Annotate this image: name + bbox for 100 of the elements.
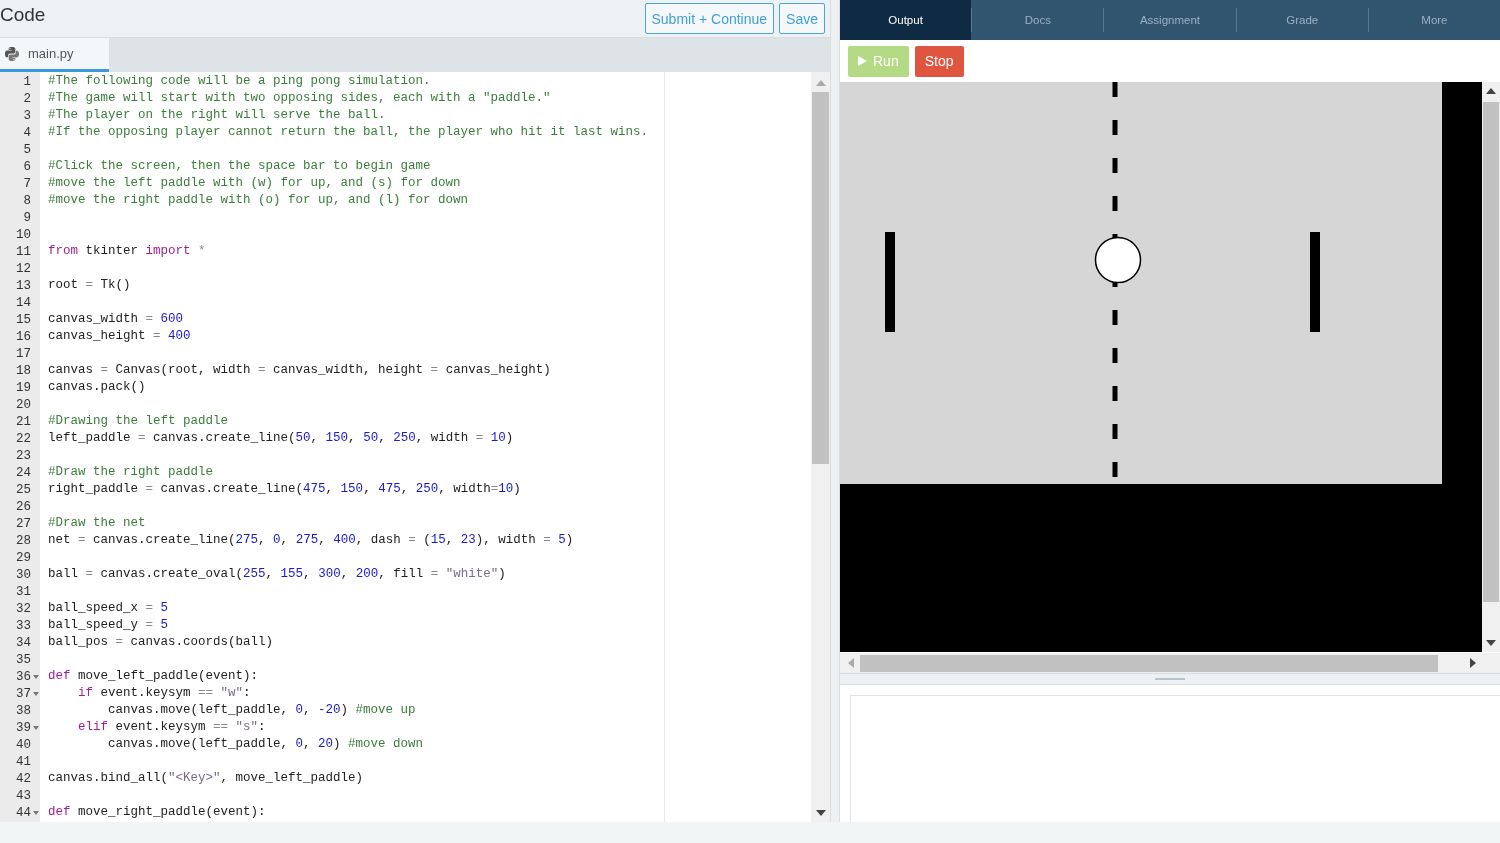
code-line: #If the opposing player cannot return the ball, the player who hit it last wins. (48, 125, 649, 139)
line-number: 13 (16, 278, 31, 293)
code-line: #Click the screen, then the space bar to begin game (48, 159, 431, 173)
code-line: #Draw the right paddle (48, 465, 214, 479)
code-line: #The game will start with two opposing sides, each with a "paddle." (48, 91, 551, 105)
scrollbar[interactable] (811, 72, 830, 822)
resize-handle[interactable] (840, 673, 1500, 685)
fold-caret-icon[interactable] (32, 674, 39, 679)
code-line: #Drawing the left paddle (48, 414, 229, 428)
line-number: 18 (16, 363, 31, 378)
output-tab[interactable]: More (1367, 8, 1500, 32)
line-number: 1 (23, 74, 31, 89)
play-icon (858, 56, 867, 66)
scroll-down-icon[interactable] (1486, 640, 1496, 646)
line-number: 44 (16, 805, 31, 820)
code-line: #The player on the right will serve the ball. (48, 108, 386, 122)
file-tab[interactable]: main.py (0, 38, 109, 72)
line-number: 7 (23, 176, 31, 191)
code-line: canvas.move(left_paddle, 0, 20) #move down (107, 737, 424, 751)
fold-caret-icon[interactable] (32, 725, 39, 730)
code-line: canvas = Canvas(root, width = canvas_width, height = canvas_height) (48, 363, 551, 377)
line-number: 14 (16, 295, 31, 310)
code-line: canvas.move(left_paddle, 0, -20) #move up (107, 703, 416, 717)
line-number: 23 (16, 448, 31, 463)
line-number: 21 (16, 414, 31, 429)
fold-caret-icon[interactable] (32, 810, 39, 815)
line-number: 35 (16, 652, 31, 667)
line-number: 5 (23, 142, 31, 157)
code-line: def move_left_paddle(event): (48, 669, 259, 683)
line-number: 22 (16, 431, 31, 446)
line-number: 2 (23, 91, 31, 106)
line-number: 3 (23, 108, 31, 123)
line-number: 43 (16, 788, 31, 803)
code-line: ball = canvas.create_oval(255, 155, 300, 200, fill = "white") (48, 567, 506, 581)
scrollbar-thumb[interactable] (860, 654, 1438, 672)
code-line: ball_speed_x = 5 (48, 601, 169, 615)
line-number: 24 (16, 465, 31, 480)
line-number: 39 (16, 720, 31, 735)
code-line: if event.keysym == "w": (77, 686, 251, 700)
code-line: ball_speed_y = 5 (48, 618, 169, 632)
output-tab[interactable]: Grade (1235, 8, 1368, 32)
code-line: canvas.bind_all("<Key>", move_left_paddle) (48, 771, 364, 785)
panel-title: Code (0, 3, 46, 26)
output-tab[interactable]: Output (840, 0, 972, 40)
code-line: from tkinter import * (48, 244, 206, 258)
line-number: 16 (16, 329, 31, 344)
line-number: 17 (16, 346, 31, 361)
stop-button[interactable]: Stop (914, 45, 964, 77)
save-button[interactable]: Save (779, 3, 825, 34)
code-line: def move_right_paddle(event): (48, 805, 266, 819)
line-number: 26 (16, 499, 31, 514)
line-number: 33 (16, 618, 31, 633)
scrollbar-thumb[interactable] (812, 92, 829, 464)
code-line: #Draw the net (48, 516, 146, 530)
output-tab[interactable]: Docs (971, 8, 1104, 32)
line-number: 30 (16, 567, 31, 582)
line-number: 31 (16, 584, 31, 599)
scrollbar[interactable] (1482, 82, 1500, 652)
code-line: right_paddle = canvas.create_line(475, 150, 475, 250, width=10) (48, 482, 521, 496)
line-number: 34 (16, 635, 31, 650)
line-number: 15 (16, 312, 31, 327)
python-logo-icon (4, 45, 20, 62)
line-number: 41 (16, 754, 31, 769)
line-number: 40 (16, 737, 31, 752)
line-number: 32 (16, 601, 31, 616)
fold-caret-icon[interactable] (32, 691, 39, 696)
line-number: 38 (16, 703, 31, 718)
line-number: 12 (16, 261, 31, 276)
line-number: 37 (16, 686, 31, 701)
code-line: canvas.pack() (48, 380, 146, 394)
code-line: #move the left paddle with (w) for up, and (s) for down (48, 176, 461, 190)
line-number: 6 (23, 159, 31, 174)
scroll-up-icon[interactable] (1486, 88, 1496, 94)
code-line: ball_pos = canvas.coords(ball) (48, 635, 274, 649)
code-line: elif event.keysym == "s": (77, 720, 266, 734)
code-line: canvas_height = 400 (48, 329, 191, 343)
line-number: 11 (16, 244, 31, 259)
scrollbar[interactable] (840, 652, 1500, 673)
line-number: 4 (23, 125, 31, 140)
code-line: canvas_width = 600 (48, 312, 184, 326)
line-number: 29 (16, 550, 31, 565)
line-number: 25 (16, 482, 31, 497)
scrollbar-thumb[interactable] (1483, 102, 1499, 602)
line-number: 8 (23, 193, 31, 208)
code-line: net = canvas.create_line(275, 0, 275, 400, dash = (15, 23), width = 5) (48, 533, 574, 547)
scroll-right-icon[interactable] (1470, 658, 1476, 668)
line-number: 28 (16, 533, 31, 548)
line-number: 19 (16, 380, 31, 395)
line-number: 36 (16, 669, 31, 684)
submit-continue-button[interactable]: Submit + Continue (644, 3, 775, 34)
line-number: 20 (16, 397, 31, 412)
scroll-left-icon[interactable] (848, 658, 854, 668)
code-line: #move the right paddle with (o) for up, and (l) for down (48, 193, 469, 207)
line-number: 42 (16, 771, 31, 786)
scroll-down-icon[interactable] (815, 810, 826, 816)
code-line: root = Tk() (48, 278, 131, 292)
line-number: 27 (16, 516, 31, 531)
line-number: 9 (23, 210, 31, 225)
output-tab[interactable]: Assignment (1103, 8, 1236, 32)
line-number: 10 (16, 227, 31, 242)
